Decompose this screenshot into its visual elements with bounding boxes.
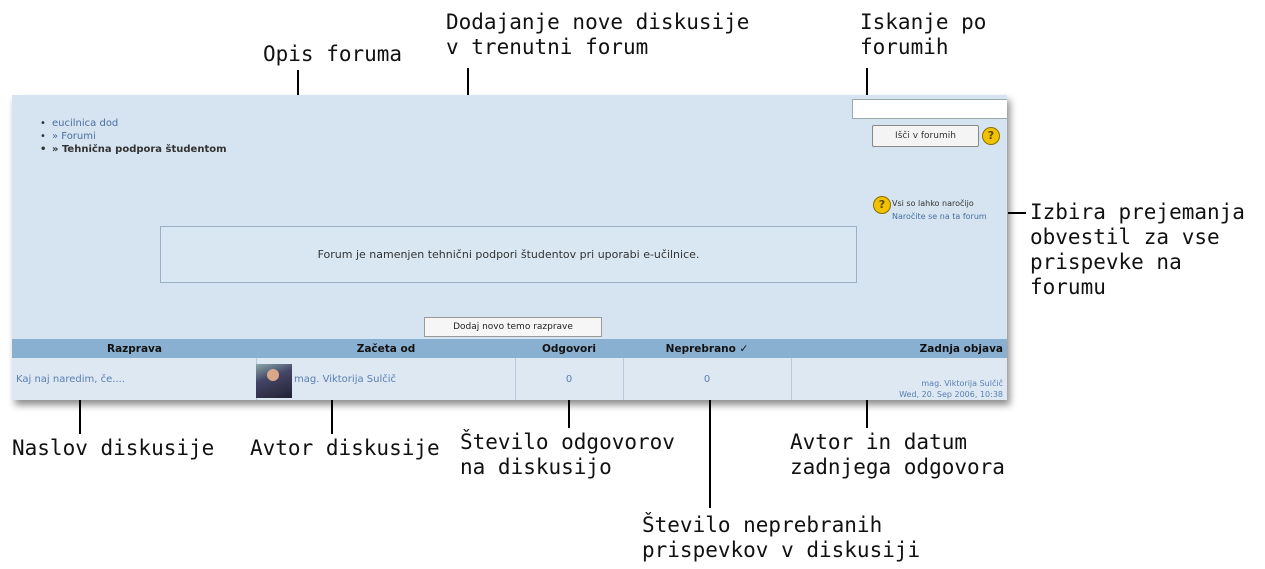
annotation-avtor-datum-1: Avtor in datum xyxy=(790,430,968,454)
column-header-unread[interactable]: Neprebrano ✓ xyxy=(623,339,791,358)
pointer-line-avtor-datum xyxy=(866,398,868,428)
annotation-dodajanje-2: v trenutni forum xyxy=(446,35,649,59)
column-header-last-post[interactable]: Zadnja objava xyxy=(791,339,1007,358)
pointer-line-stevilo xyxy=(568,398,570,428)
annotation-dodajanje-1: Dodajanje nove diskusije xyxy=(446,10,750,34)
pointer-line-izbira xyxy=(1008,212,1026,214)
subscription-mode-text: Vsi so lahko naročijo xyxy=(892,199,974,208)
subscription-block: Vsi so lahko naročijo Naročite se na ta … xyxy=(892,197,987,223)
avatar[interactable] xyxy=(256,364,292,398)
reply-count[interactable]: 0 xyxy=(515,358,623,400)
subscription-help-icon[interactable]: ? xyxy=(873,196,891,214)
annotation-iskanje-2: forumih xyxy=(860,35,949,59)
discussion-table-header: Razprava Začeta od Odgovori Neprebrano ✓… xyxy=(12,339,1007,358)
subscribe-link[interactable]: Naročite se na ta forum xyxy=(892,210,987,223)
column-header-replies[interactable]: Odgovori xyxy=(515,339,623,358)
add-discussion-button[interactable]: Dodaj novo temo razprave xyxy=(424,317,602,337)
annotation-izbira-4: forumu xyxy=(1030,275,1106,299)
annotation-iskanje-1: Iskanje po xyxy=(860,10,987,34)
annotation-naslov: Naslov diskusije xyxy=(12,436,215,460)
table-row: Kaj naj naredim, če.... mag. Viktorija S… xyxy=(12,358,1007,400)
pointer-line-naslov xyxy=(79,398,81,434)
forum-description: Forum je namenjen tehnični podpori štude… xyxy=(160,226,857,283)
help-icon[interactable]: ? xyxy=(982,127,1000,145)
breadcrumb-item-home[interactable]: eucilnica dod xyxy=(40,117,227,130)
annotation-neprebrani-2: prispevkov v diskusiji xyxy=(642,538,921,562)
unread-count[interactable]: 0 xyxy=(623,358,791,400)
pointer-line-avtor xyxy=(331,398,333,434)
annotation-izbira-3: prispevke na xyxy=(1030,250,1182,274)
annotation-stevilo-2: na diskusijo xyxy=(460,455,612,479)
column-header-started-by[interactable]: Začeta od xyxy=(257,339,515,358)
discussion-author-link[interactable]: mag. Viktorija Sulčič xyxy=(294,358,514,400)
annotation-izbira-2: obvestil za vse xyxy=(1030,225,1220,249)
forum-search-button[interactable]: Išči v forumih xyxy=(872,125,979,147)
annotation-izbira-1: Izbira prejemanja xyxy=(1030,200,1245,224)
forum-search-input[interactable] xyxy=(852,99,1007,119)
breadcrumb-item-current: » Tehnična podpora študentom xyxy=(40,143,227,156)
last-post-author[interactable]: mag. Viktorija Sulčič xyxy=(921,378,1003,389)
annotation-opis-foruma: Opis foruma xyxy=(263,42,403,66)
annotation-avtor-datum-2: zadnjega odgovora xyxy=(790,455,1005,479)
last-post-date[interactable]: Wed, 20. Sep 2006, 10:38 xyxy=(899,389,1003,400)
annotation-avtor: Avtor diskusije xyxy=(250,436,440,460)
last-post-cell: mag. Viktorija Sulčič Wed, 20. Sep 2006,… xyxy=(791,358,1007,400)
annotation-neprebrani-1: Število neprebranih xyxy=(642,513,883,537)
discussion-title-link[interactable]: Kaj naj naredim, če.... xyxy=(16,358,256,400)
annotation-stevilo-1: Število odgovorov xyxy=(460,430,675,454)
pointer-line-neprebrani xyxy=(709,398,711,508)
breadcrumb: eucilnica dod » Forumi » Tehnična podpor… xyxy=(40,117,227,156)
breadcrumb-item-forums[interactable]: » Forumi xyxy=(40,130,227,143)
column-header-discussion[interactable]: Razprava xyxy=(12,339,257,358)
forum-screenshot: eucilnica dod » Forumi » Tehnična podpor… xyxy=(12,95,1007,400)
